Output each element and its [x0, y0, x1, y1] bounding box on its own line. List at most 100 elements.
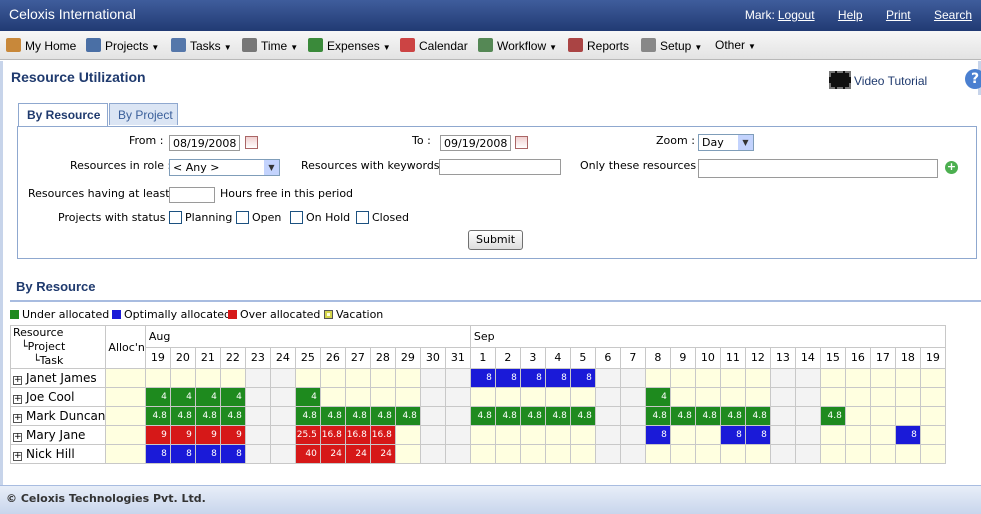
day-header: 7 [619, 346, 646, 369]
planning-checkbox[interactable] [169, 211, 182, 224]
on-hold-checkbox[interactable] [290, 211, 303, 224]
day-cell [644, 444, 671, 464]
menu-reports[interactable]: Reports [568, 38, 629, 53]
day-header: 27 [344, 346, 371, 369]
projects-icon [86, 38, 101, 52]
calendar-icon[interactable] [245, 136, 258, 149]
menu-label: Reports [587, 39, 630, 53]
day-header: 18 [894, 346, 921, 369]
role-select[interactable]: < Any > ▼ [169, 159, 280, 176]
video-tutorial-link[interactable]: Video Tutorial [829, 71, 927, 89]
day-cell [194, 368, 221, 388]
day-cell [919, 444, 946, 464]
calendar-icon[interactable] [515, 136, 528, 149]
day-cell [894, 368, 921, 388]
menu-projects[interactable]: Projects ▼ [86, 38, 159, 53]
menu-time[interactable]: Time ▼ [242, 38, 298, 53]
menu-setup[interactable]: Setup ▼ [641, 38, 702, 53]
month-header: Sep [469, 325, 946, 348]
only-resources-input[interactable] [698, 159, 938, 178]
footer: © Celoxis Technologies Pvt. Ltd. [0, 485, 981, 514]
allocation-value-cell: 4 [219, 387, 246, 407]
add-icon[interactable]: + [945, 161, 958, 174]
menu-my-home[interactable]: My Home [6, 38, 76, 53]
day-cell [769, 406, 796, 426]
menu-tasks[interactable]: Tasks ▼ [171, 38, 232, 53]
to-date-input[interactable]: 09/19/2008 [440, 135, 511, 151]
day-cell [444, 444, 471, 464]
day-header: 21 [194, 346, 221, 369]
expand-icon[interactable]: + [13, 433, 22, 442]
expand-icon[interactable]: + [13, 452, 22, 461]
day-cell [744, 387, 771, 407]
day-cell [844, 444, 871, 464]
allocation-value-cell: 4.8 [344, 406, 371, 426]
tools-icon [641, 38, 656, 52]
tab-by-resource[interactable]: By Resource [18, 103, 108, 126]
menu-label: Projects [105, 39, 149, 53]
header-resource: Resource └Project └Task [9, 325, 107, 369]
zoom-select[interactable]: Day ▼ [698, 134, 754, 151]
role-label: Resources in role : [70, 159, 172, 172]
expand-icon[interactable]: + [13, 414, 22, 423]
day-cell [819, 368, 846, 388]
day-header: 6 [594, 346, 621, 369]
day-cell [844, 406, 871, 426]
from-date-input[interactable]: 08/19/2008 [169, 135, 240, 151]
menu-label: Workflow [497, 39, 547, 53]
day-header: 2 [494, 346, 521, 369]
day-header: 3 [519, 346, 546, 369]
allocation-value-cell: 4.8 [144, 406, 171, 426]
day-cell [669, 387, 696, 407]
menu-other[interactable]: Other ▼ [715, 38, 756, 52]
allocation-value-cell: 16.8 [344, 425, 371, 445]
day-cell [544, 425, 571, 445]
allocation-value-cell: 8 [169, 444, 196, 464]
hours-input[interactable] [169, 187, 215, 203]
print-link[interactable]: Print [886, 8, 911, 22]
allocation-value-cell: 8 [744, 425, 771, 445]
menu-label: Setup [660, 39, 692, 53]
search-link[interactable]: Search [934, 8, 972, 22]
app-title: Celoxis International [9, 6, 136, 22]
chevron-down-icon: ▼ [151, 43, 160, 52]
allocation-value-cell: 8 [144, 444, 171, 464]
expand-icon[interactable]: + [13, 395, 22, 404]
allocation-value-cell: 9 [144, 425, 171, 445]
day-cell [244, 387, 271, 407]
menu-label: Expenses [327, 39, 380, 53]
day-cell [869, 444, 896, 464]
expand-icon[interactable]: + [13, 376, 22, 385]
allocation-value-cell: 4.8 [294, 406, 321, 426]
allocation-value-cell: 24 [344, 444, 371, 464]
day-cell [869, 425, 896, 445]
allocation-value-cell: 4 [194, 387, 221, 407]
day-cell [569, 425, 596, 445]
allocation-value-cell: 4.8 [669, 406, 696, 426]
chevron-down-icon: ▼ [748, 42, 756, 51]
hours-label: Resources having at least : [28, 187, 177, 200]
open-checkbox[interactable] [236, 211, 249, 224]
day-header: 10 [694, 346, 721, 369]
allocation-cell [105, 425, 146, 445]
keywords-input[interactable] [439, 159, 561, 175]
menu-calendar[interactable]: Calendar [400, 38, 468, 53]
from-label: From : [129, 134, 164, 147]
help-icon[interactable]: ? [965, 69, 981, 89]
allocation-value-cell: 8 [569, 368, 596, 388]
zoom-label: Zoom : [656, 134, 695, 147]
top-links: Mark: Logout Help Print Search [745, 8, 972, 22]
table-row: + Nick Hill 8 8 8 8 40 24 24 24 [9, 444, 946, 464]
legend-swatch [324, 310, 333, 319]
tab-by-project[interactable]: By Project [109, 103, 178, 125]
day-header: 31 [444, 346, 471, 369]
day-cell [444, 368, 471, 388]
menu-workflow[interactable]: Workflow ▼ [478, 38, 557, 53]
day-cell [769, 425, 796, 445]
day-cell [319, 387, 346, 407]
help-link[interactable]: Help [838, 8, 863, 22]
closed-checkbox[interactable] [356, 211, 369, 224]
submit-button[interactable]: Submit [468, 230, 523, 250]
logout-link[interactable]: Logout [778, 8, 815, 22]
menu-expenses[interactable]: Expenses ▼ [308, 38, 391, 53]
